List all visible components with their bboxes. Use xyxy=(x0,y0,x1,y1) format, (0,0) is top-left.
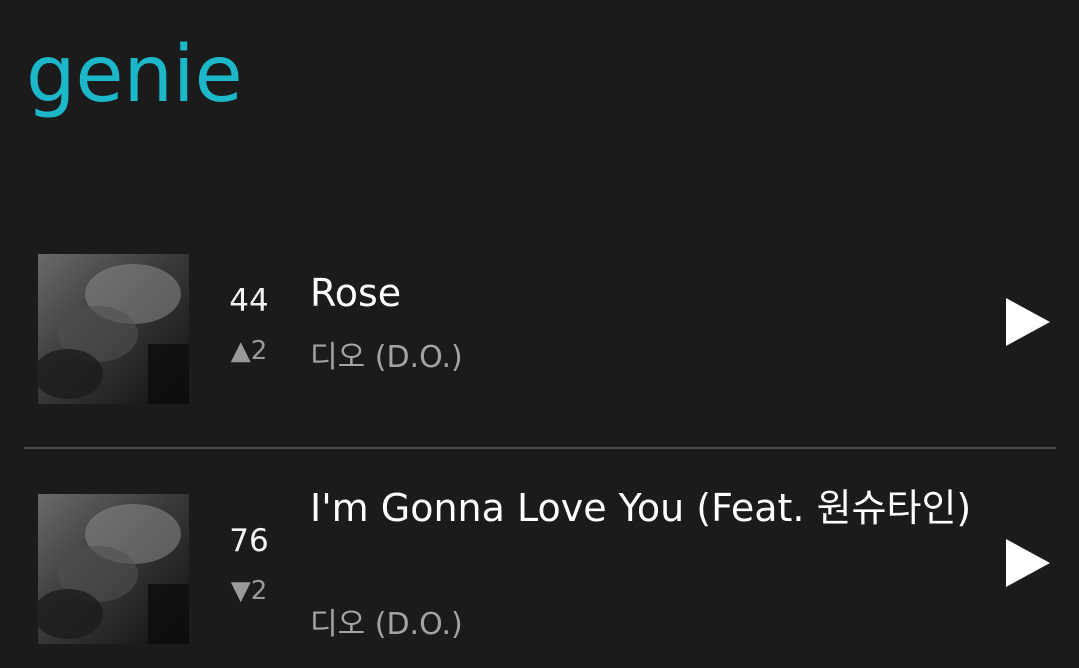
play-icon xyxy=(1006,539,1050,587)
play-button[interactable] xyxy=(1004,537,1052,589)
album-art-image xyxy=(38,494,189,644)
app-logo: genie xyxy=(26,30,243,120)
rank-change-value: 2 xyxy=(250,336,268,366)
track-artist[interactable]: 디오 (D.O.) xyxy=(310,343,463,373)
rank-down-icon: ▼ xyxy=(230,576,251,606)
rank-change: ▼2 xyxy=(209,578,289,604)
chart-rank: 76 xyxy=(229,523,269,559)
track-title[interactable]: Rose xyxy=(310,269,1000,317)
album-art-image xyxy=(38,254,189,404)
track-row[interactable]: 76 ▼2 I'm Gonna Love You (Feat. 원슈타인) 디오… xyxy=(0,486,1079,644)
rank-change-value: 2 xyxy=(250,576,268,606)
track-artist[interactable]: 디오 (D.O.) xyxy=(310,610,463,640)
album-art[interactable] xyxy=(38,254,189,404)
track-title[interactable]: I'm Gonna Love You (Feat. 원슈타인) xyxy=(310,484,995,532)
play-icon xyxy=(1006,298,1050,346)
rank-up-icon: ▲ xyxy=(230,336,251,366)
track-row[interactable]: 44 ▲2 Rose 디오 (D.O.) xyxy=(0,254,1079,404)
rank-change: ▲2 xyxy=(209,338,289,364)
row-divider xyxy=(24,447,1056,449)
play-button[interactable] xyxy=(1004,296,1052,348)
chart-rank: 44 xyxy=(229,283,269,319)
album-art[interactable] xyxy=(38,494,189,644)
